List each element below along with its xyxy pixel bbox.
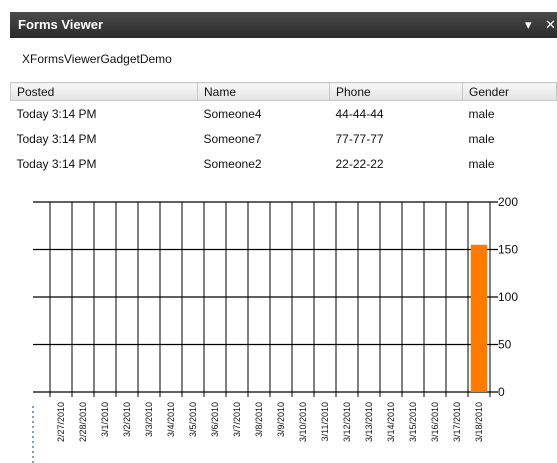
x-tick-label: 3/11/2010: [320, 402, 330, 441]
cell-name: Someone2: [203, 156, 262, 171]
x-tick-label: 3/6/2010: [210, 402, 220, 437]
column-header-name[interactable]: Name: [197, 82, 330, 101]
x-tick-label: 3/7/2010: [232, 402, 242, 437]
x-tick-label: 3/5/2010: [188, 402, 198, 437]
column-header-gender[interactable]: Gender: [462, 82, 557, 101]
x-tick-label: 3/17/2010: [452, 402, 462, 442]
bar: [470, 244, 488, 392]
x-tick-label: 2/27/2010: [56, 402, 66, 442]
x-tick-label: 3/12/2010: [342, 402, 352, 442]
y-tick-label: 0: [498, 385, 505, 399]
x-tick-label: 3/16/2010: [430, 402, 440, 442]
y-tick-label: 50: [498, 338, 512, 352]
cell-gender: male: [468, 131, 495, 146]
bar-chart: 0 50 100 150 200 2/27/2010 2/28/2010 3/1/2010 3/…: [32, 195, 518, 463]
x-tick-label: 3/4/2010: [166, 402, 176, 437]
cell-phone: 22-22-22: [335, 156, 384, 171]
x-tick-label: 3/15/2010: [408, 402, 418, 442]
x-tick-label: 3/10/2010: [298, 402, 308, 442]
cell-phone: 77-77-77: [335, 131, 384, 146]
cell-posted: Today 3:14 PM: [16, 131, 97, 146]
x-tick-label: 3/3/2010: [144, 402, 154, 437]
x-tick-label: 3/9/2010: [276, 402, 286, 437]
cell-phone: 44-44-44: [335, 106, 384, 121]
table-row[interactable]: Today 3:14 PM Someone7 77-77-77 male: [11, 126, 557, 151]
x-tick-label: 2/28/2010: [78, 402, 88, 442]
cell-name: Someone7: [203, 131, 262, 146]
forms-table: Posted Name Phone Gender Today 3:14 PM S…: [10, 82, 557, 176]
x-tick-label: 3/13/2010: [364, 402, 374, 442]
cell-gender: male: [468, 156, 495, 171]
close-icon[interactable]: ✕: [545, 17, 556, 33]
column-header-posted[interactable]: Posted: [10, 82, 198, 101]
table-header-row: Posted Name Phone Gender: [10, 82, 557, 101]
y-tick-label: 200: [498, 195, 518, 209]
table-row[interactable]: Today 3:14 PM Someone2 22-22-22 male: [11, 151, 557, 176]
window-title: Forms Viewer: [18, 17, 104, 32]
x-tick-label: 3/2/2010: [122, 402, 132, 437]
cell-posted: Today 3:14 PM: [16, 106, 97, 121]
column-header-phone[interactable]: Phone: [329, 82, 463, 101]
cell-gender: male: [468, 106, 495, 121]
x-tick-label: 3/1/2010: [100, 402, 110, 437]
x-tick-label: 3/18/2010: [474, 402, 484, 442]
table-row[interactable]: Today 3:14 PM Someone4 44-44-44 male: [11, 101, 557, 127]
cell-name: Someone4: [203, 106, 262, 121]
title-bar: Forms Viewer ▾ ✕: [10, 12, 557, 38]
y-tick-label: 100: [498, 290, 518, 304]
forms-viewer-window: Forms Viewer ▾ ✕ XFormsViewerGadgetDemo …: [0, 0, 557, 463]
gadget-name: XFormsViewerGadgetDemo: [22, 52, 172, 66]
menu-chevron-icon[interactable]: ▾: [525, 17, 532, 33]
x-tick-label: 3/8/2010: [254, 402, 264, 437]
y-tick-label: 150: [498, 243, 518, 257]
x-tick-label: 3/14/2010: [386, 402, 396, 442]
cell-posted: Today 3:14 PM: [16, 156, 97, 171]
